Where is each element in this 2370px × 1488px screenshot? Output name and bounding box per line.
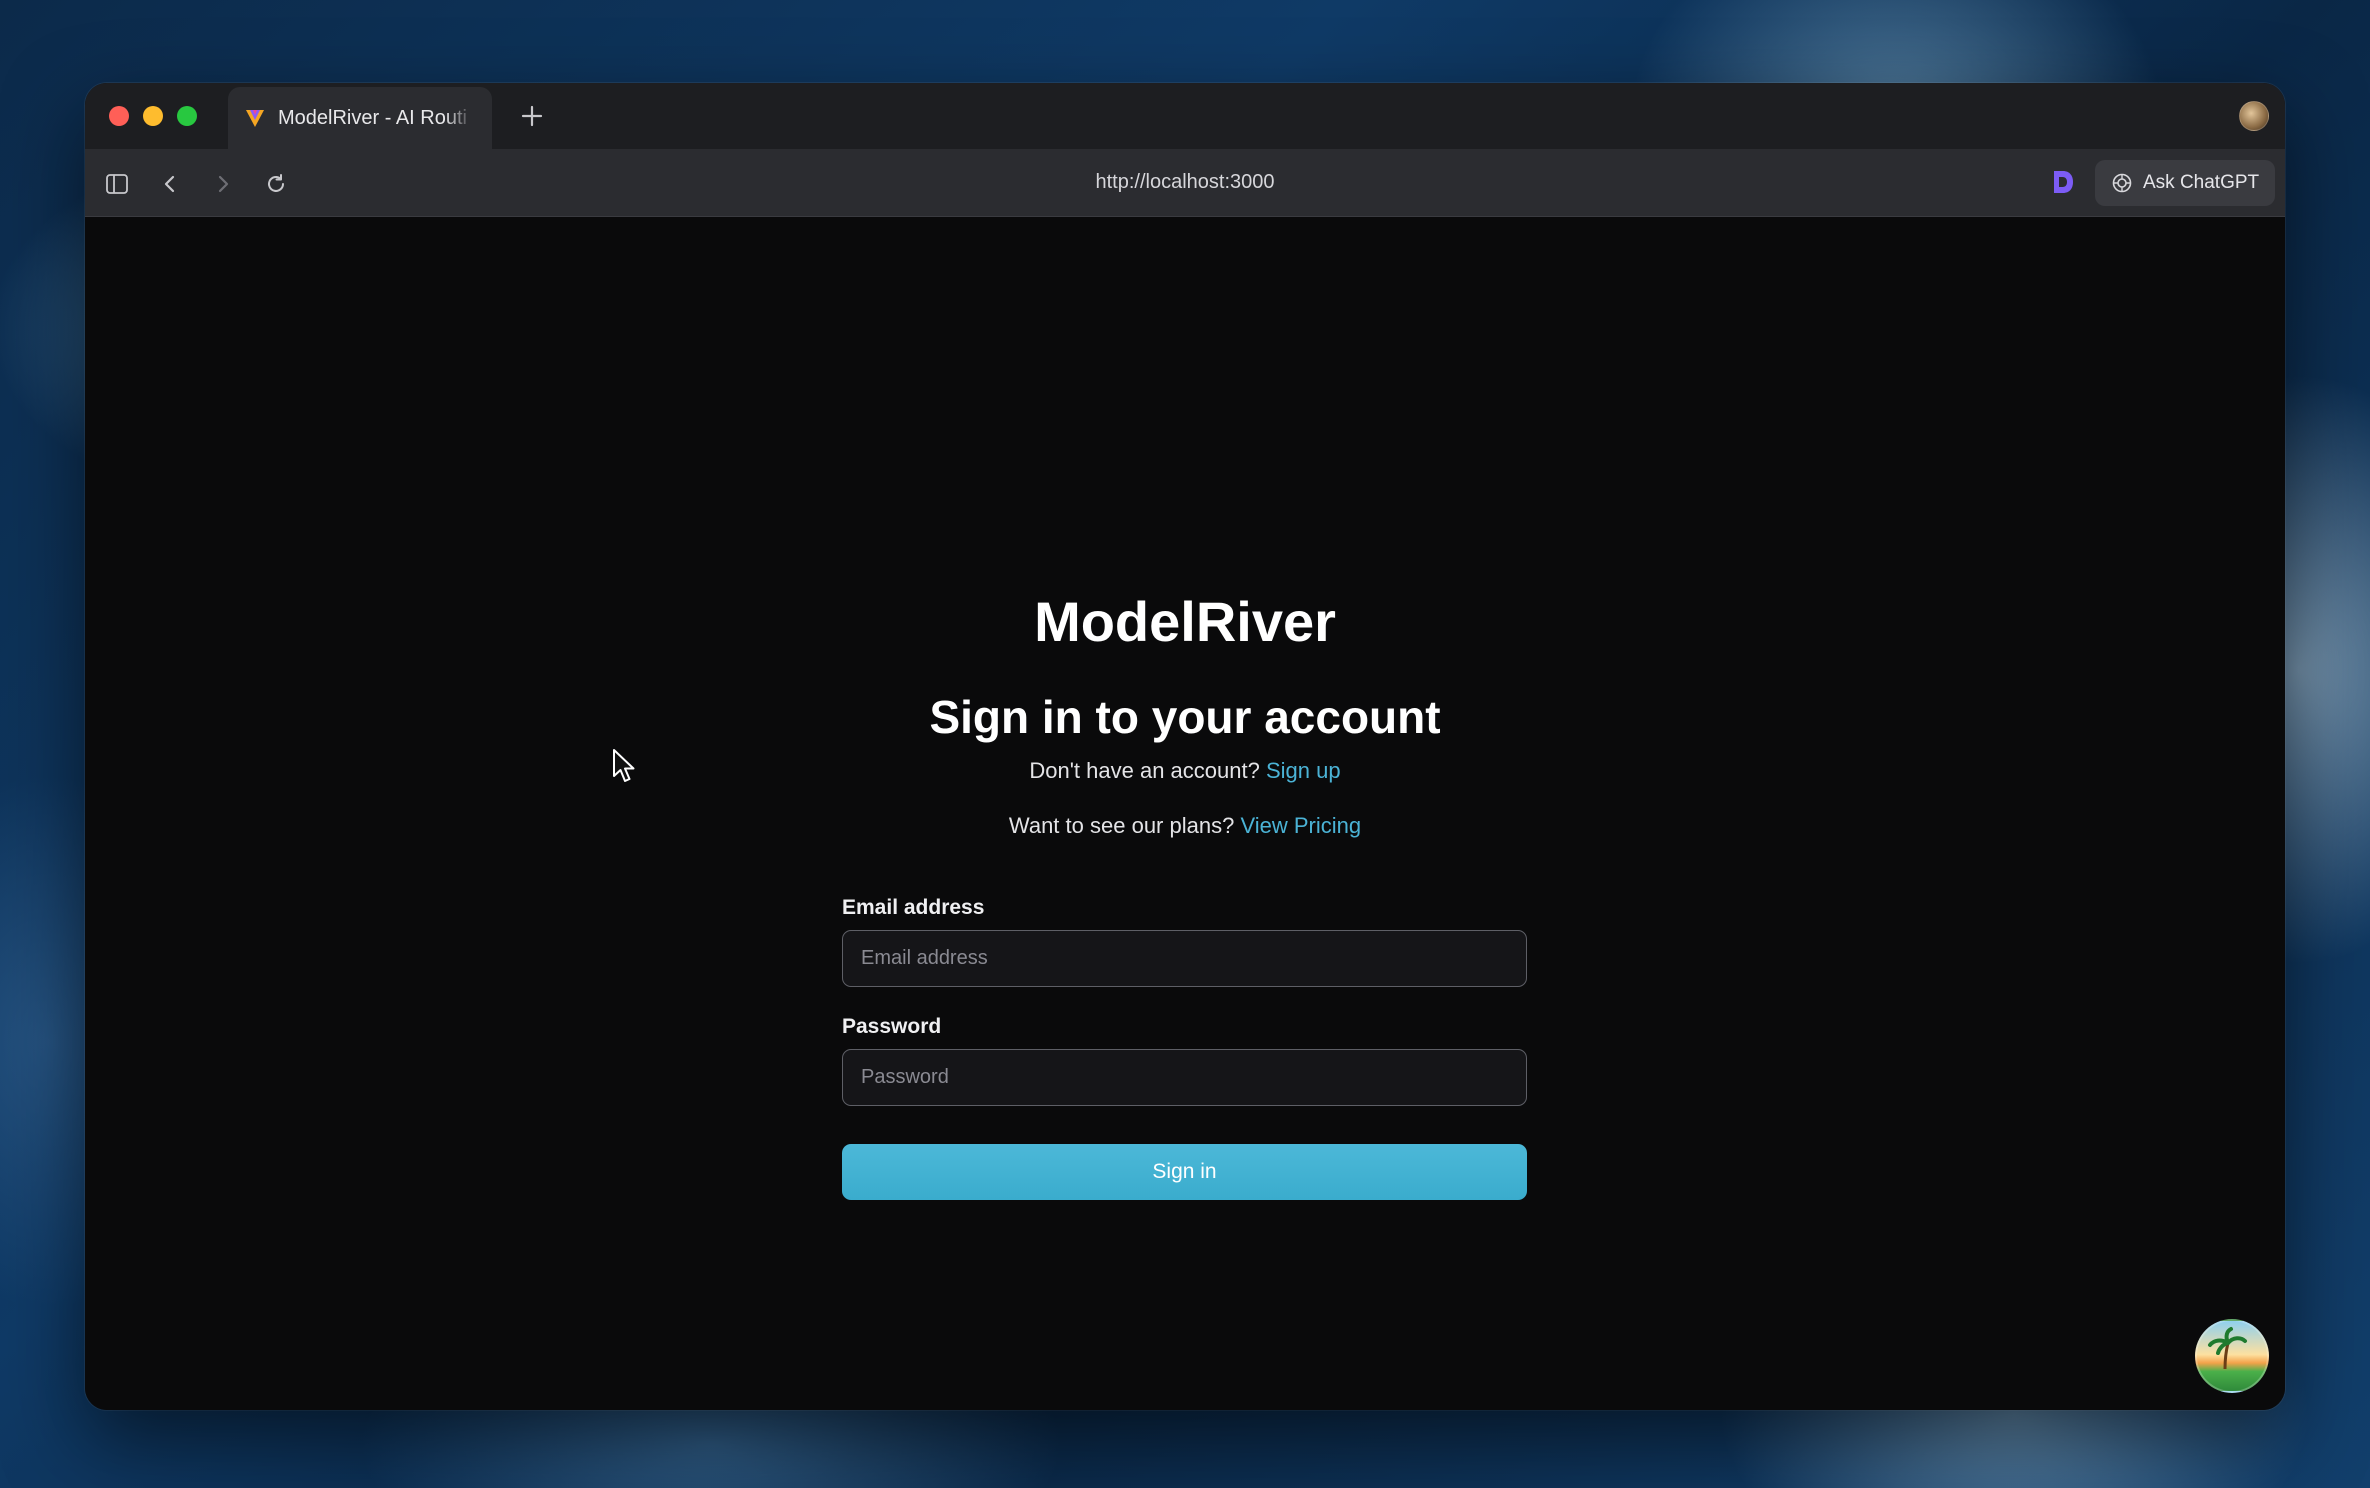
floating-widget-button[interactable] bbox=[2195, 1319, 2269, 1393]
page-title: Sign in to your account bbox=[929, 691, 1441, 743]
browser-window: ModelRiver - AI Routi http://localhost:3… bbox=[85, 83, 2285, 1410]
pricing-prompt-text: Want to see our plans? bbox=[1008, 813, 1235, 838]
mouse-cursor-icon bbox=[613, 749, 635, 782]
view-pricing-link[interactable]: View Pricing bbox=[1240, 813, 1361, 838]
ask-chatgpt-label: Ask ChatGPT bbox=[2143, 172, 2260, 193]
modelriver-favicon-icon bbox=[246, 110, 264, 127]
password-label: Password bbox=[842, 1015, 942, 1038]
browser-toolbar: http://localhost:3000 Ask ChatGPT bbox=[85, 149, 2285, 217]
signup-prompt: Don't have an account? Sign up bbox=[85, 758, 2285, 784]
tab-title: ModelRiver - AI Routi bbox=[278, 106, 467, 129]
extension-d-icon[interactable] bbox=[2051, 168, 2075, 196]
maximize-window-button[interactable] bbox=[177, 106, 197, 126]
page-content: ModelRiver Sign in to your account Don't… bbox=[85, 217, 2285, 1410]
new-tab-button[interactable] bbox=[517, 101, 547, 131]
sign-in-button[interactable]: Sign in bbox=[842, 1144, 1527, 1200]
signup-link[interactable]: Sign up bbox=[1266, 758, 1341, 783]
tab-bar: ModelRiver - AI Routi bbox=[85, 83, 2285, 149]
signup-prompt-text: Don't have an account? bbox=[1029, 758, 1260, 783]
brand-logo-text: ModelRiver bbox=[1034, 590, 1336, 653]
plus-icon bbox=[521, 105, 543, 127]
tab-modelriver[interactable]: ModelRiver - AI Routi bbox=[228, 87, 492, 149]
profile-avatar[interactable] bbox=[2239, 101, 2269, 131]
chatgpt-icon bbox=[2112, 173, 2132, 193]
email-field[interactable] bbox=[842, 930, 1527, 987]
ask-chatgpt-button[interactable]: Ask ChatGPT bbox=[2095, 160, 2275, 206]
window-controls bbox=[109, 106, 197, 126]
pricing-prompt: Want to see our plans? View Pricing bbox=[85, 813, 2285, 839]
palm-island-icon bbox=[2208, 1327, 2247, 1370]
email-label: Email address bbox=[842, 896, 985, 919]
address-bar[interactable]: http://localhost:3000 bbox=[85, 171, 2285, 194]
close-window-button[interactable] bbox=[109, 106, 129, 126]
minimize-window-button[interactable] bbox=[143, 106, 163, 126]
password-field[interactable] bbox=[842, 1049, 1527, 1106]
